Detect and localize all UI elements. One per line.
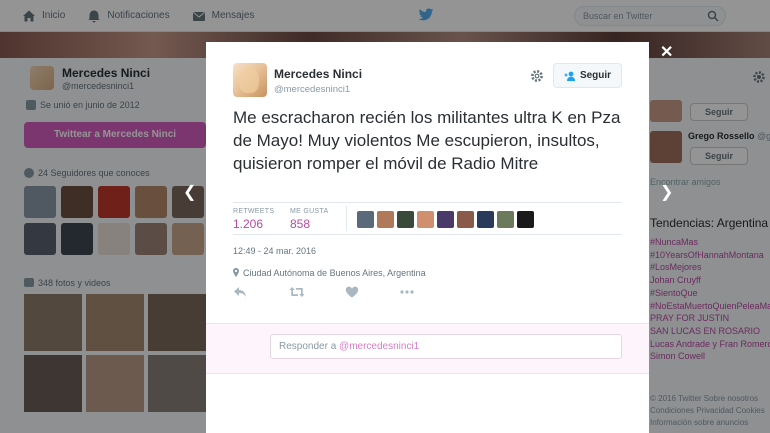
likers-avatars (357, 211, 534, 228)
likes-count[interactable]: 858 (290, 217, 310, 231)
tweet-text: Me escracharon recién los militantes ult… (233, 108, 621, 173)
liker-avatar[interactable] (397, 211, 414, 228)
liker-avatar[interactable] (517, 211, 534, 228)
reply-mention: @mercedesninci1 (339, 341, 420, 352)
retweets-label: RETWEETS (233, 208, 275, 215)
divider (233, 234, 621, 235)
reply-prefix: Responder a (279, 341, 340, 352)
retweet-icon[interactable] (289, 286, 305, 298)
tweet-timestamp[interactable]: 12:49 - 24 mar. 2016 (233, 246, 316, 256)
liker-avatar[interactable] (417, 211, 434, 228)
liker-avatar[interactable] (477, 211, 494, 228)
like-heart-icon[interactable] (345, 286, 359, 298)
divider (233, 202, 621, 203)
user-actions-gear-icon[interactable] (530, 69, 544, 83)
liker-avatar[interactable] (497, 211, 514, 228)
follow-button[interactable]: Seguir (553, 63, 622, 88)
stats-separator (346, 206, 347, 231)
likes-label: ME GUSTA (290, 208, 329, 215)
liker-avatar[interactable] (377, 211, 394, 228)
tweet-author-handle[interactable]: @mercedesninci1 (274, 84, 350, 95)
more-options-icon[interactable] (400, 286, 414, 298)
follow-button-label: Seguir (579, 70, 612, 81)
tweet-author-name[interactable]: Mercedes Ninci (274, 67, 362, 81)
reply-icon[interactable] (233, 286, 247, 298)
close-icon[interactable]: ✕ (660, 42, 673, 62)
liker-avatar[interactable] (457, 211, 474, 228)
previous-arrow-icon[interactable]: ❮ (183, 182, 196, 202)
tweet-location[interactable]: Ciudad Autónoma de Buenos Aires, Argenti… (243, 268, 426, 278)
liker-avatar[interactable] (357, 211, 374, 228)
tweet-modal: Mercedes Ninci @mercedesninci1 Seguir Me… (206, 42, 649, 433)
add-user-icon (564, 71, 575, 81)
reply-section: Responder a @mercedesninci1 (206, 323, 649, 374)
tweet-author-avatar[interactable] (233, 63, 267, 97)
location-pin-icon (233, 268, 239, 277)
liker-avatar[interactable] (437, 211, 454, 228)
reply-input[interactable]: Responder a @mercedesninci1 (270, 334, 622, 359)
retweets-count[interactable]: 1.206 (233, 217, 263, 231)
next-arrow-icon[interactable]: ❯ (660, 182, 673, 202)
